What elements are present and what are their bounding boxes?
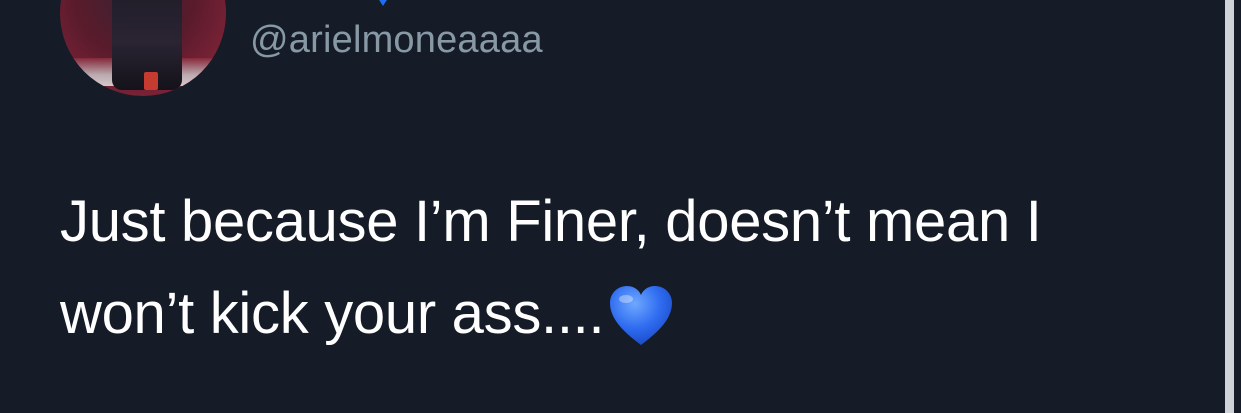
tweet[interactable]: @arielmoneaaaa Just because I’m Finer, d… (0, 0, 1241, 413)
verified-badge-icon (379, 0, 387, 6)
avatar[interactable] (60, 0, 226, 96)
scrollbar[interactable] (1225, 0, 1234, 413)
avatar-cup (144, 72, 158, 90)
tweet-body: Just because I’m Finer, doesn’t mean I w… (60, 189, 1042, 346)
blue-heart-icon (610, 286, 673, 345)
user-handle[interactable]: @arielmoneaaaa (250, 16, 543, 64)
tweet-text: Just because I’m Finer, doesn’t mean I w… (60, 176, 1190, 360)
